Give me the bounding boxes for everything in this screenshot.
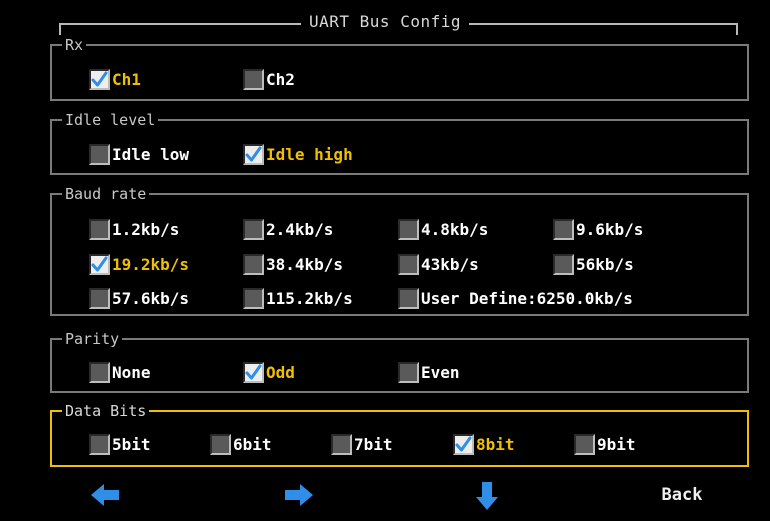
parity-even-checkbox[interactable]: [398, 361, 419, 383]
rx-group-label: Rx: [62, 35, 87, 55]
parity-none-option[interactable]: None: [89, 360, 151, 384]
checkmark-icon: [455, 436, 472, 451]
databits-checkbox[interactable]: [331, 433, 352, 455]
baud-rate-group-label: Baud rate: [62, 184, 150, 204]
databits-7bit-option[interactable]: 7bit: [331, 432, 393, 456]
databits-checkbox[interactable]: [574, 433, 595, 455]
baud-checkbox[interactable]: [243, 253, 264, 275]
parity-even-label: Even: [421, 362, 460, 382]
baud-option[interactable]: 38.4kb/s: [243, 252, 343, 276]
baud-option[interactable]: 9.6kb/s: [553, 217, 643, 241]
down-button[interactable]: [465, 478, 509, 512]
parity-odd-option[interactable]: Odd: [243, 360, 295, 384]
baud-checkbox[interactable]: [553, 253, 574, 275]
ch2-label: Ch2: [266, 69, 295, 89]
idle-low-checkbox[interactable]: [89, 143, 110, 165]
baud-option[interactable]: 57.6kb/s: [89, 286, 189, 310]
baud-checkbox[interactable]: [243, 287, 264, 309]
baud-option[interactable]: 43kb/s: [398, 252, 479, 276]
baud-user-define-option[interactable]: User Define:6250.0kb/s: [398, 286, 633, 310]
idle-high-checkbox[interactable]: [243, 143, 264, 165]
checkmark-icon: [245, 146, 262, 161]
parity-odd-label: Odd: [266, 362, 295, 382]
parity-group: Parity None Odd Even: [50, 329, 749, 393]
arrow-right-icon: [285, 484, 313, 506]
rx-ch2-option[interactable]: Ch2: [243, 67, 295, 91]
baud-label: 19.2kb/s: [112, 254, 190, 274]
databits-5bit-option[interactable]: 5bit: [89, 432, 151, 456]
baud-checkbox[interactable]: [89, 218, 110, 240]
baud-label: 38.4kb/s: [266, 254, 344, 274]
idle-high-label: Idle high: [266, 144, 353, 164]
databits-label: 5bit: [112, 434, 151, 454]
page-title: UART Bus Config: [301, 12, 469, 31]
baud-checkbox[interactable]: [398, 218, 419, 240]
checkmark-icon: [245, 364, 262, 379]
idle-low-option[interactable]: Idle low: [89, 142, 189, 166]
baud-checkbox[interactable]: [89, 253, 110, 275]
baud-label: 2.4kb/s: [266, 219, 334, 239]
databits-checkbox[interactable]: [210, 433, 231, 455]
databits-9bit-option[interactable]: 9bit: [574, 432, 636, 456]
databits-label: 8bit: [476, 434, 515, 454]
databits-label: 9bit: [597, 434, 636, 454]
parity-odd-checkbox[interactable]: [243, 361, 264, 383]
ch1-label: Ch1: [112, 69, 141, 89]
next-button[interactable]: [276, 478, 320, 512]
baud-option[interactable]: 56kb/s: [553, 252, 634, 276]
back-button[interactable]: Back: [650, 478, 714, 512]
rx-group: Rx Ch1 Ch2: [50, 35, 749, 101]
baud-checkbox[interactable]: [243, 218, 264, 240]
baud-checkbox[interactable]: [398, 253, 419, 275]
checkmark-icon: [91, 71, 108, 86]
checkmark-icon: [91, 256, 108, 271]
ch1-checkbox[interactable]: [89, 68, 110, 90]
databits-8bit-option[interactable]: 8bit: [453, 432, 515, 456]
rx-ch1-option[interactable]: Ch1: [89, 67, 141, 91]
parity-group-label: Parity: [62, 329, 123, 349]
idle-high-option[interactable]: Idle high: [243, 142, 353, 166]
page-title-wrap: UART Bus Config: [0, 12, 770, 31]
baud-label: 1.2kb/s: [112, 219, 180, 239]
arrow-left-icon: [91, 484, 119, 506]
idle-level-group: Idle level Idle low Idle high: [50, 110, 749, 175]
ch2-checkbox[interactable]: [243, 68, 264, 90]
baud-option[interactable]: 1.2kb/s: [89, 217, 179, 241]
databits-checkbox[interactable]: [89, 433, 110, 455]
baud-label: 4.8kb/s: [421, 219, 489, 239]
idle-level-group-label: Idle level: [62, 110, 159, 130]
parity-even-option[interactable]: Even: [398, 360, 460, 384]
baud-label: 9.6kb/s: [576, 219, 644, 239]
baud-checkbox[interactable]: [398, 287, 419, 309]
baud-label: 56kb/s: [576, 254, 634, 274]
baud-label: 115.2kb/s: [266, 288, 353, 308]
data-bits-group: Data Bits 5bit 6bit 7bit 8bit 9bit: [50, 401, 749, 467]
databits-checkbox[interactable]: [453, 433, 474, 455]
baud-checkbox[interactable]: [553, 218, 574, 240]
uart-config-screen: UART Bus Config Rx Ch1 Ch2 Idle level Id…: [0, 0, 770, 521]
baud-rate-group: Baud rate 1.2kb/s 2.4kb/s 4.8kb/s 9.6kb/…: [50, 184, 749, 316]
baud-label: 57.6kb/s: [112, 288, 190, 308]
baud-label: 43kb/s: [421, 254, 479, 274]
baud-checkbox[interactable]: [89, 287, 110, 309]
baud-option[interactable]: 2.4kb/s: [243, 217, 333, 241]
parity-none-label: None: [112, 362, 151, 382]
data-bits-group-label: Data Bits: [62, 401, 150, 421]
databits-6bit-option[interactable]: 6bit: [210, 432, 272, 456]
parity-none-checkbox[interactable]: [89, 361, 110, 383]
arrow-down-icon: [476, 482, 498, 510]
baud-user-define-label: User Define:6250.0kb/s: [421, 288, 633, 308]
databits-label: 7bit: [354, 434, 393, 454]
baud-option[interactable]: 115.2kb/s: [243, 286, 353, 310]
databits-label: 6bit: [233, 434, 272, 454]
back-label: Back: [661, 485, 703, 505]
prev-button[interactable]: [84, 478, 128, 512]
idle-low-label: Idle low: [112, 144, 190, 164]
baud-option[interactable]: 19.2kb/s: [89, 252, 189, 276]
baud-option[interactable]: 4.8kb/s: [398, 217, 488, 241]
